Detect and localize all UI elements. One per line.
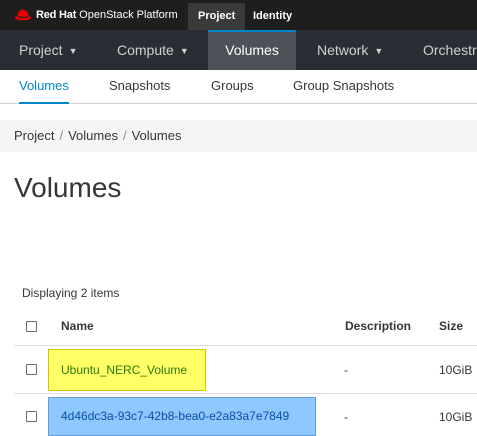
nav-compute-label: Compute [117,42,174,58]
select-all-checkbox[interactable] [26,321,37,332]
row-divider [14,393,477,394]
column-header-name[interactable]: Name [61,319,94,333]
breadcrumb-separator: / [122,128,127,143]
nav-project[interactable]: Project ▼ [19,30,78,70]
subnav-volumes[interactable]: Volumes [19,70,69,104]
column-header-size[interactable]: Size [439,319,463,333]
nav-project-label: Project [19,42,63,58]
nav-orchestration[interactable]: Orchestra [423,30,477,70]
breadcrumb-separator: / [59,128,64,143]
chevron-down-icon: ▼ [374,46,384,56]
red-hat-icon [14,9,32,21]
breadcrumb: Project / Volumes / Volumes [14,120,181,152]
brand-name: Red Hat [36,9,77,21]
subnav-group-snapshots[interactable]: Group Snapshots [293,70,394,104]
row-checkbox[interactable] [26,364,37,375]
breadcrumb-bar: Project / Volumes / Volumes [0,120,477,152]
volume-description: - [344,410,348,424]
top-tab-project[interactable]: Project [188,3,246,30]
breadcrumb-project[interactable]: Project [14,128,54,143]
chevron-down-icon: ▼ [179,46,189,56]
header-divider [14,345,477,346]
top-bar: Red Hat OpenStack Platform Project Ident… [0,0,477,30]
sub-nav: Volumes Snapshots Groups Group Snapshots [0,70,477,104]
subnav-groups[interactable]: Groups [211,70,254,104]
volume-name-link[interactable]: Ubuntu_NERC_Volume [48,349,206,391]
nav-network-label: Network [317,42,369,58]
column-header-description[interactable]: Description [345,319,411,333]
brand-product: OpenStack Platform [79,9,178,21]
row-checkbox[interactable] [26,411,37,422]
subnav-snapshots[interactable]: Snapshots [109,70,170,104]
item-count: Displaying 2 items [22,286,120,300]
chevron-down-icon: ▼ [68,46,78,56]
nav-network[interactable]: Network ▼ [317,30,383,70]
breadcrumb-volumes[interactable]: Volumes [68,128,118,143]
breadcrumb-current: Volumes [131,128,182,143]
brand-logo[interactable]: Red Hat OpenStack Platform [14,0,178,30]
volume-description: - [344,363,348,377]
volume-size: 10GiB [439,363,473,377]
nav-volumes-label: Volumes [225,42,279,58]
page-title: Volumes [14,172,122,203]
top-tab-identity[interactable]: Identity [243,3,302,30]
volume-size: 10GiB [439,410,473,424]
nav-orchestration-label: Orchestra [423,42,477,58]
nav-compute[interactable]: Compute ▼ [117,30,189,70]
nav-volumes[interactable]: Volumes [208,30,296,70]
volume-name-link[interactable]: 4d46dc3a-93c7-42b8-bea0-e2a83a7e7849 [48,397,316,436]
main-nav: Project ▼ Compute ▼ Volumes Network ▼ Orche… [0,30,477,70]
